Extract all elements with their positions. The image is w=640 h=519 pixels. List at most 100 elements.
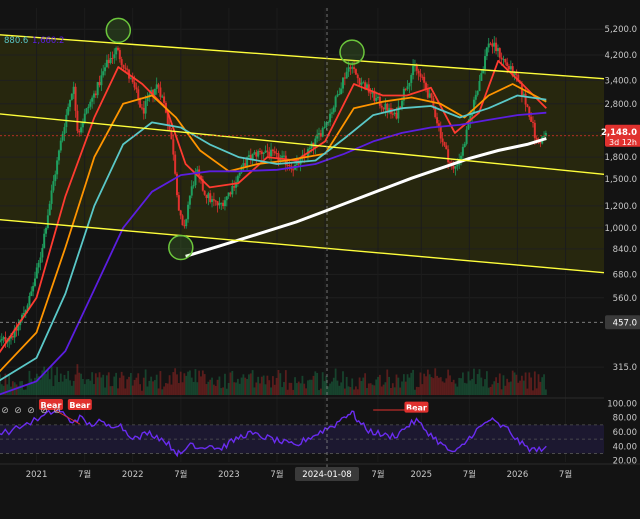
candle-body (524, 93, 527, 105)
candle-body (347, 67, 350, 72)
candle-body (539, 142, 542, 144)
candle-body (253, 152, 256, 154)
volume-bar (54, 375, 57, 395)
price-chart[interactable]: 5,200.04,200.03,400.02,800.02,200.01,800… (0, 0, 640, 515)
volume-bar (515, 374, 518, 395)
candle-body (70, 93, 73, 100)
volume-bar (236, 378, 239, 395)
candle-body (196, 169, 199, 172)
time-tick-label: 7월 (463, 469, 476, 480)
volume-bar (102, 374, 105, 395)
pivot-marker (168, 234, 194, 261)
volume-bar (240, 377, 243, 395)
candle-body (94, 93, 97, 96)
rsi-tick-label: 20.00 (613, 457, 637, 467)
volume-bar (52, 386, 55, 395)
volume-bar (118, 377, 121, 395)
candle-body (367, 84, 370, 93)
volume-bar (535, 388, 538, 395)
volume-bar (371, 384, 374, 395)
volume-bar (281, 387, 284, 395)
candle-body (91, 97, 94, 102)
volume-bar (172, 372, 175, 395)
candle-body (100, 75, 103, 86)
volume-bar (452, 379, 455, 395)
volume-bar (78, 372, 81, 395)
candle-body (489, 43, 492, 45)
volume-bar (340, 382, 343, 395)
volume-bar (35, 373, 38, 395)
candle-body (275, 153, 278, 155)
volume-bar (74, 374, 77, 395)
candle-body (460, 155, 463, 160)
candle-body (50, 190, 53, 204)
volume-bar (148, 380, 151, 395)
candle-body (157, 84, 160, 88)
volume-bar (135, 377, 138, 395)
candle-body (45, 227, 48, 234)
volume-bar (246, 378, 248, 395)
indicator-toggle-icon: ⊘ (40, 406, 48, 416)
volume-bar (181, 382, 184, 395)
rsi-tick-label: 100.00 (607, 399, 637, 409)
candle-body (190, 186, 193, 196)
candle-body (406, 86, 409, 90)
time-tick-label: 7월 (78, 469, 91, 480)
volume-bar (63, 374, 66, 395)
volume-bar (500, 389, 503, 395)
volume-bar (80, 373, 82, 395)
candle-body (107, 59, 110, 64)
volume-bar (129, 373, 132, 395)
price-tick-label: 560.0 (613, 294, 637, 304)
candle-body (185, 219, 188, 227)
rsi-tick-label: 60.00 (613, 428, 637, 438)
candle-body (395, 112, 398, 119)
candle-body (349, 67, 352, 69)
candle-body (140, 107, 143, 109)
volume-bar (106, 375, 108, 395)
candle-body (170, 130, 173, 140)
volume-bar (159, 371, 162, 395)
volume-bar (94, 373, 97, 395)
candle-body (353, 67, 356, 70)
candle-body (118, 50, 121, 60)
volume-bar (190, 377, 193, 395)
candle-body (109, 57, 112, 64)
candle-body (216, 201, 219, 206)
candle-body (382, 107, 385, 110)
volume-bar (43, 366, 46, 395)
volume-bar (506, 378, 509, 395)
volume-bar (192, 381, 195, 395)
volume-bar (292, 389, 295, 395)
candle-body (288, 164, 291, 167)
candle-body (437, 123, 440, 127)
candle-body (131, 78, 134, 83)
volume-bar (480, 377, 483, 395)
volume-bar (26, 384, 29, 395)
volume-bar (131, 385, 134, 395)
volume-bar (428, 374, 431, 395)
volume-bar (163, 386, 165, 395)
volume-bar (122, 375, 125, 395)
volume-bar (419, 372, 422, 395)
volume-bar (89, 380, 92, 395)
volume-bar (32, 382, 35, 395)
volume-bar (528, 372, 531, 395)
candle-body (4, 337, 7, 342)
candle-body (316, 134, 319, 139)
time-tick-label: 2026 (507, 470, 529, 480)
volume-bar (524, 372, 527, 395)
volume-bar (441, 381, 444, 395)
candle-body (69, 99, 72, 107)
candle-body (461, 146, 464, 156)
volume-bar (355, 386, 357, 395)
volume-bar (128, 376, 130, 395)
volume-bar (401, 381, 403, 395)
volume-bar (530, 377, 533, 395)
volume-bar (508, 382, 510, 395)
candle-body (332, 107, 335, 113)
candle-body (120, 59, 123, 65)
candle-body (273, 151, 276, 154)
volume-bar (334, 368, 337, 395)
volume-bar (268, 380, 271, 395)
